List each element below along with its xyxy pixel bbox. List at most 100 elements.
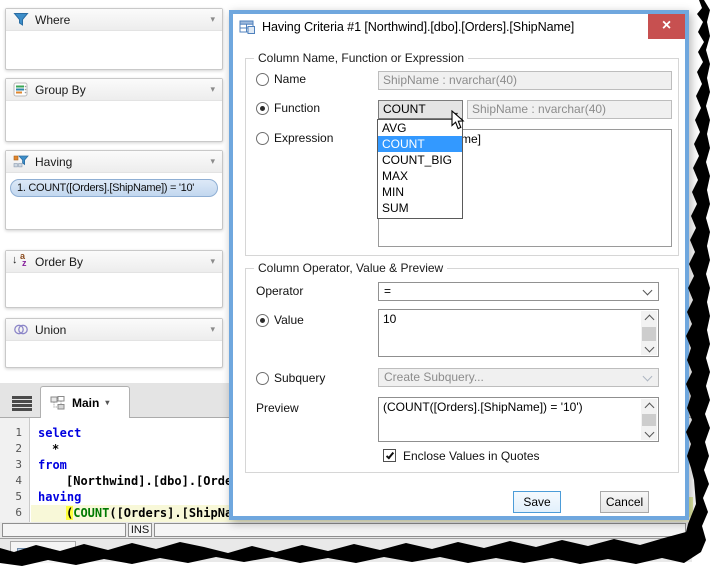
chevron-down-icon	[210, 85, 215, 94]
radio-function[interactable]	[256, 102, 269, 115]
panel-label: Order By	[35, 254, 84, 269]
dropdown-item-selected[interactable]: COUNT	[378, 136, 462, 152]
tab-sql[interactable]: SQL	[10, 541, 76, 563]
union-icon	[14, 324, 28, 335]
scroll-up-icon[interactable]	[641, 399, 657, 413]
line-number: 1	[15, 426, 22, 439]
chevron-down-icon	[210, 157, 215, 166]
save-button[interactable]: Save	[513, 491, 561, 513]
code-line: from	[38, 458, 67, 472]
panel-label: Group By	[35, 82, 86, 97]
menu-icon[interactable]	[12, 396, 32, 410]
code-line: select	[38, 426, 82, 440]
preview-label: Preview	[256, 401, 299, 415]
preview-textarea[interactable]: (COUNT([Orders].[ShipName]) = '10')	[378, 397, 659, 442]
code-line: (COUNT([Orders].[ShipNam	[66, 506, 239, 520]
cancel-button[interactable]: Cancel	[600, 491, 649, 513]
radio-value[interactable]	[256, 314, 269, 327]
code-text: ([Orders].[ShipNam	[109, 506, 240, 520]
status-bar: INS	[0, 522, 692, 538]
mouse-cursor	[451, 110, 465, 130]
panel-header-group-by[interactable]: Group By	[6, 79, 222, 101]
dropdown-item[interactable]: AVG	[378, 120, 462, 136]
line-number: 2	[15, 442, 22, 455]
enclose-quotes-checkbox[interactable]	[383, 449, 396, 462]
chevron-down-icon	[210, 325, 215, 334]
having-criteria-item[interactable]: 1. COUNT([Orders].[ShipName]) = '10'	[10, 179, 218, 197]
radio-expression-label[interactable]: Expression	[274, 131, 333, 145]
panel-where: Where	[5, 8, 223, 70]
radio-subquery-label[interactable]: Subquery	[274, 371, 325, 385]
status-cell-left	[2, 523, 126, 537]
scroll-up-icon[interactable]	[641, 311, 657, 325]
tab-main-label: Main	[72, 395, 100, 410]
subquery-combo: Create Subquery...	[378, 368, 659, 387]
value-textarea[interactable]: 10	[378, 309, 659, 357]
radio-expression[interactable]	[256, 132, 269, 145]
sort-az-icon: ↓ a z	[12, 251, 27, 268]
chevron-down-icon	[642, 371, 653, 382]
code-line: *	[52, 442, 60, 456]
value-text: 10	[383, 312, 397, 326]
diagram-icon	[50, 395, 65, 409]
chevron-down-icon	[210, 15, 215, 24]
group-column-operator-value-preview: Column Operator, Value & Preview Operato…	[245, 261, 679, 473]
scrollbar-thumb[interactable]	[642, 327, 656, 341]
dropdown-item[interactable]: MIN	[378, 184, 462, 200]
bottom-tab-bar: SQL	[0, 538, 692, 563]
dialog-title: Having Criteria #1 [Northwind].[dbo].[Or…	[262, 20, 575, 34]
enclose-quotes-label[interactable]: Enclose Values in Quotes	[403, 449, 540, 463]
panel-order-by: ↓ a z Order By	[5, 250, 223, 308]
function-column-field: ShipName : nvarchar(40)	[467, 100, 672, 119]
panel-header-where[interactable]: Where	[6, 9, 222, 31]
function-token: COUNT	[73, 506, 110, 520]
operator-combo[interactable]: =	[378, 282, 659, 301]
table-icon	[239, 20, 255, 34]
chevron-down-icon	[210, 257, 215, 266]
line-number: 4	[15, 474, 22, 487]
preview-text: (COUNT([Orders].[ShipName]) = '10')	[383, 400, 583, 414]
radio-name-label[interactable]: Name	[274, 72, 306, 86]
panel-header-having[interactable]: Having	[6, 151, 222, 173]
scroll-down-icon[interactable]	[641, 342, 657, 355]
operator-label: Operator	[256, 284, 304, 298]
dropdown-item[interactable]: COUNT_BIG	[378, 152, 462, 168]
radio-value-label[interactable]: Value	[274, 313, 304, 327]
radio-function-label[interactable]: Function	[274, 101, 320, 115]
radio-name[interactable]	[256, 73, 269, 86]
having-criteria-dialog: Having Criteria #1 [Northwind].[dbo].[Or…	[229, 10, 689, 520]
scroll-down-icon[interactable]	[641, 427, 657, 440]
expression-partial-text: me]	[461, 132, 482, 146]
having-icon	[13, 155, 29, 168]
panel-label: Where	[35, 12, 71, 27]
operator-combo-value: =	[384, 284, 392, 298]
code-line: having	[38, 490, 82, 504]
line-number: 3	[15, 458, 22, 471]
preview-scrollbar[interactable]	[641, 399, 657, 440]
line-number-gutter: 1 2 3 4 5 6	[0, 418, 30, 522]
status-cell-right	[154, 523, 686, 537]
value-scrollbar[interactable]	[641, 311, 657, 355]
panel-group-by: Group By	[5, 78, 223, 142]
chevron-down-icon	[105, 398, 109, 407]
table-icon	[17, 547, 28, 558]
line-number: 6	[15, 506, 22, 519]
tab-main[interactable]: Main	[40, 386, 130, 418]
scrollbar-thumb[interactable]	[642, 414, 656, 426]
dropdown-item[interactable]: SUM	[378, 200, 462, 216]
filter-icon	[13, 13, 29, 26]
group-legend: Column Name, Function or Expression	[254, 51, 469, 65]
group-legend: Column Operator, Value & Preview	[254, 261, 448, 275]
panel-label: Union	[35, 322, 67, 337]
panel-union: Union	[5, 318, 223, 368]
app-screen: Where Group By	[0, 0, 710, 568]
panel-header-union[interactable]: Union	[6, 319, 222, 341]
status-cell-ins: INS	[128, 523, 152, 537]
panel-header-order-by[interactable]: ↓ a z Order By	[6, 251, 222, 273]
line-number: 5	[15, 490, 22, 503]
panel-having: Having 1. COUNT([Orders].[ShipName]) = '…	[5, 150, 223, 230]
dropdown-item[interactable]: MAX	[378, 168, 462, 184]
subquery-combo-value: Create Subquery...	[384, 370, 484, 384]
radio-subquery[interactable]	[256, 372, 269, 385]
close-icon[interactable]	[648, 14, 685, 39]
